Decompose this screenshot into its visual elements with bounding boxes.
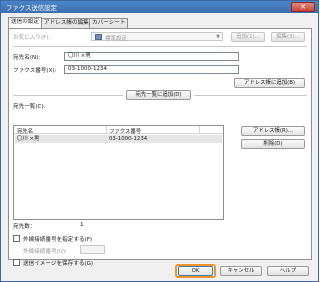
dialog-body: 送信の設定 アドレス帳の編集 カバーシート お気に入り(F): 標準設定 ▼ 追…: [3, 13, 316, 280]
divider: [194, 95, 307, 96]
outside-line-checkbox-label[interactable]: 外線接続番号を指定する(F): [23, 235, 92, 243]
outside-line-number-label: 外線接続番号(U):: [23, 249, 67, 255]
fax-settings-dialog: ファクス送信設定 ✕ 送信の設定 アドレス帳の編集 カバーシート お気に入り(F…: [0, 0, 319, 282]
divider: [13, 95, 123, 96]
fax-number-label: ファクス番号(X):: [13, 68, 57, 74]
column-header-fax[interactable]: ファクス番号: [109, 127, 141, 135]
tab-send-settings-label: 送信の設定: [11, 19, 39, 25]
tab-send-settings[interactable]: 送信の設定: [8, 17, 42, 28]
add-to-recipient-list-button[interactable]: 宛先一覧に追加(D): [126, 90, 191, 100]
chevron-down-icon: ▼: [216, 34, 220, 40]
save-image-checkbox[interactable]: [13, 259, 20, 266]
favorites-label: お気に入り(F):: [13, 35, 51, 41]
recipient-count-value: 1: [80, 222, 84, 228]
recipient-name-label: 宛先名(N):: [13, 55, 41, 61]
close-button[interactable]: ✕: [291, 2, 315, 12]
save-image-checkbox-label[interactable]: 送信イメージを保存する(G): [23, 259, 93, 267]
recipient-fax-cell: 03-1000-1234: [109, 136, 148, 142]
favorites-add-button[interactable]: 追加(1)...: [231, 32, 265, 42]
column-separator[interactable]: [199, 126, 200, 134]
outside-line-checkbox[interactable]: [13, 235, 20, 242]
list-item[interactable]: 〇川 ×男 03-1000-1234: [15, 135, 222, 143]
fax-number-input[interactable]: 03-1000-1234: [64, 65, 239, 74]
recipient-list[interactable]: 宛先名 ファクス番号 〇川 ×男 03-1000-1234: [13, 125, 224, 220]
column-separator[interactable]: [106, 126, 107, 134]
favorites-select[interactable]: 標準設定 ▼: [91, 32, 223, 42]
recipient-name-cell: 〇川 ×男: [17, 136, 40, 142]
tab-cover-sheet-label: カバーシート: [92, 20, 126, 26]
cancel-button[interactable]: キャンセル: [220, 266, 262, 276]
addressbook-button[interactable]: アドレス帳(R)...: [241, 126, 305, 136]
help-button[interactable]: ヘルプ: [267, 266, 309, 276]
recipient-list-label: 宛先一覧(C):: [13, 104, 46, 110]
recipient-name-input[interactable]: 〇川 ×男: [64, 52, 239, 61]
favorites-edit-button[interactable]: 編集(3)...: [271, 32, 305, 42]
delete-recipient-button[interactable]: 削除(D): [241, 139, 305, 149]
dialog-title: ファクス送信設定: [6, 4, 57, 12]
recipient-list-header: 宛先名 ファクス番号: [14, 126, 223, 135]
tab-edit-addressbook-label: アドレス帳の編集: [44, 20, 89, 26]
outside-line-number-input[interactable]: [80, 245, 105, 254]
recipient-count-label: 宛先数：: [13, 224, 36, 230]
ok-button[interactable]: OK: [178, 266, 213, 276]
column-header-name[interactable]: 宛先名: [17, 127, 33, 135]
divider: [13, 46, 307, 47]
title-bar: ファクス送信設定 ✕: [1, 1, 318, 13]
tab-cover-sheet[interactable]: カバーシート: [89, 18, 129, 28]
add-to-addressbook-button[interactable]: アドレス帳に追加(B): [234, 78, 305, 88]
close-icon: ✕: [300, 3, 306, 11]
favorite-settings-icon: [95, 34, 102, 40]
favorites-selected-value: 標準設定: [105, 36, 128, 42]
tab-edit-addressbook[interactable]: アドレス帳の編集: [41, 18, 92, 28]
